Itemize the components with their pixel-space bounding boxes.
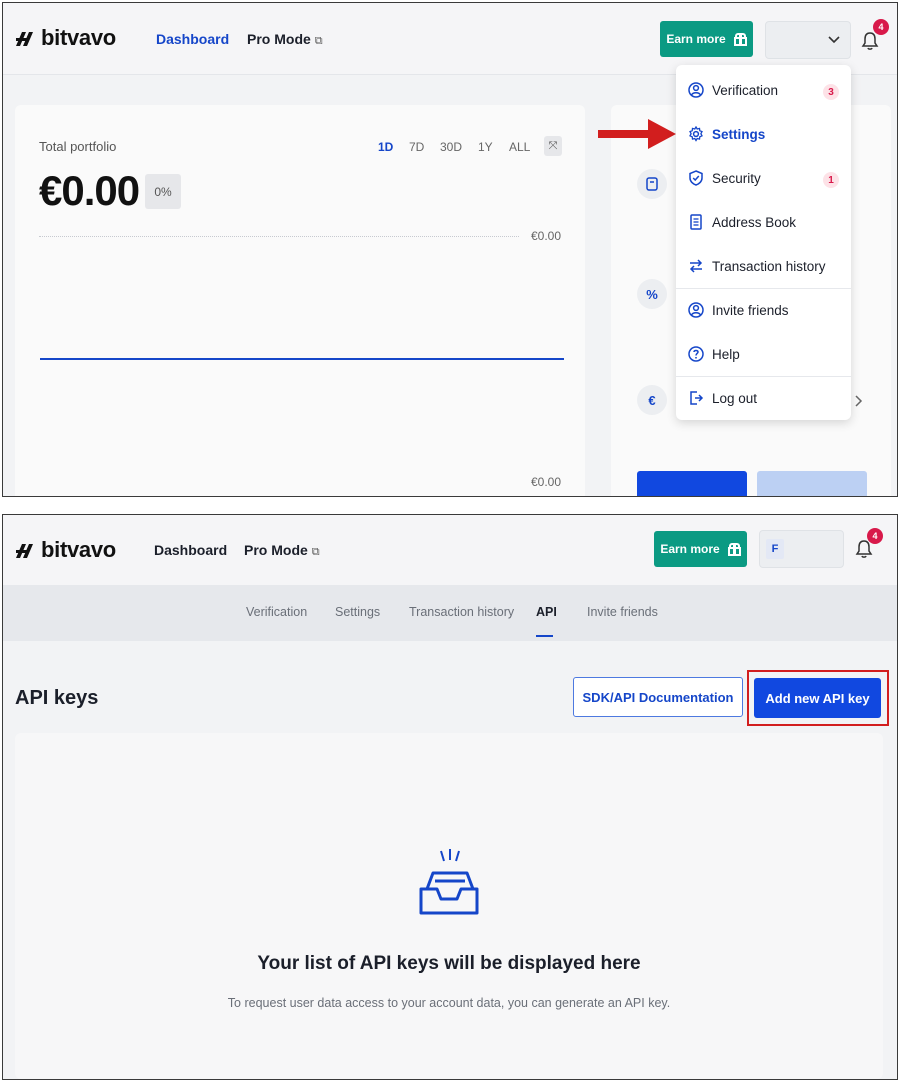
menu-item-settings[interactable]: Settings	[688, 126, 765, 142]
account-dropdown-menu: Verification 3 Settings Security 1 Addre…	[676, 65, 851, 420]
nav-pro-mode-label: Pro Mode	[244, 542, 308, 558]
user-circle-icon	[688, 82, 704, 98]
chevron-right-icon[interactable]	[855, 395, 863, 407]
percent-icon: %	[637, 279, 667, 309]
chart-axis-top: €0.00	[531, 229, 562, 243]
portfolio-change: 0%	[145, 174, 181, 209]
menu-label-help: Help	[712, 346, 740, 362]
bitvavo-logo[interactable]: bitvavo	[16, 25, 116, 51]
external-link-icon: ⧉	[314, 35, 323, 47]
account-menu-toggle[interactable]: F	[759, 530, 844, 568]
gift-icon	[727, 542, 741, 556]
tab-api[interactable]: API	[536, 605, 557, 619]
gear-icon	[689, 126, 703, 142]
avatar: F	[766, 539, 784, 559]
menu-label-verification: Verification	[712, 82, 779, 98]
settings-tabs: Verification Settings Transaction histor…	[3, 585, 897, 641]
tab-verification[interactable]: Verification	[246, 605, 307, 619]
menu-item-security[interactable]: Security	[688, 170, 761, 186]
portfolio-card: Total portfolio €0.00 0% €0.00 €0.00	[15, 105, 585, 496]
earn-more-label: Earn more	[666, 32, 726, 46]
range-1y[interactable]: 1Y	[478, 140, 493, 154]
chart-toggle-icon[interactable]: ⤧	[544, 136, 562, 156]
menu-item-invite-friends[interactable]: Invite friends	[688, 302, 789, 318]
active-tab-indicator	[536, 635, 553, 637]
range-all[interactable]: ALL	[509, 140, 530, 154]
portfolio-amount: €0.00	[39, 167, 140, 214]
bitvavo-logo[interactable]: bitvavo	[16, 537, 116, 563]
api-settings-screenshot: bitvavo Dashboard Pro Mode ⧉ Earn more F …	[2, 514, 898, 1080]
arrows-icon	[689, 259, 703, 273]
menu-item-transaction-history[interactable]: Transaction history	[688, 258, 826, 274]
earn-more-button[interactable]: Earn more	[654, 531, 747, 567]
range-30d[interactable]: 30D	[440, 140, 462, 154]
gift-icon	[733, 32, 747, 46]
tab-invite-friends[interactable]: Invite friends	[587, 605, 658, 619]
menu-divider	[676, 288, 851, 289]
withdraw-button[interactable]	[757, 471, 867, 496]
portfolio-title: Total portfolio	[39, 139, 117, 154]
earn-more-button[interactable]: Earn more	[660, 21, 753, 57]
nav-dashboard[interactable]: Dashboard	[156, 31, 229, 47]
empty-state-subtitle: To request user data access to your acco…	[227, 996, 671, 1010]
menu-item-address-book[interactable]: Address Book	[688, 214, 796, 230]
deposit-button[interactable]	[637, 471, 747, 496]
notification-badge: 4	[873, 19, 889, 35]
menu-label-settings: Settings	[712, 126, 766, 142]
page-title: API keys	[15, 687, 99, 709]
menu-label-invite-friends: Invite friends	[712, 302, 789, 318]
chart-gridline	[39, 236, 519, 237]
verification-badge: 3	[823, 84, 839, 100]
top-header: bitvavo Dashboard Pro Mode ⧉ Earn more F …	[3, 515, 897, 585]
menu-label-transaction-history: Transaction history	[712, 258, 826, 274]
api-keys-empty-state: Your list of API keys will be displayed …	[15, 733, 883, 1079]
book-icon	[690, 214, 702, 230]
nav-pro-mode[interactable]: Pro Mode ⧉	[244, 542, 320, 559]
euro-icon: €	[637, 385, 667, 415]
nav-pro-mode-label: Pro Mode	[247, 31, 311, 47]
shield-icon	[689, 170, 703, 186]
menu-item-log-out[interactable]: Log out	[688, 390, 757, 406]
range-7d[interactable]: 7D	[409, 140, 424, 154]
security-badge: 1	[823, 172, 839, 188]
menu-item-help[interactable]: Help	[688, 346, 740, 362]
dashboard-screenshot: bitvavo Dashboard Pro Mode ⧉ Earn more 4 …	[2, 2, 898, 497]
logo-text: bitvavo	[41, 537, 116, 562]
menu-item-verification[interactable]: Verification	[688, 82, 778, 98]
earn-more-label: Earn more	[660, 542, 720, 556]
empty-state-title: Your list of API keys will be displayed …	[257, 953, 641, 974]
user-plus-icon	[688, 302, 704, 318]
menu-label-address-book: Address Book	[712, 214, 797, 230]
wallet-icon	[637, 169, 667, 199]
menu-label-security: Security	[712, 170, 761, 186]
help-icon	[688, 346, 704, 362]
logout-icon	[690, 391, 704, 405]
tab-settings[interactable]: Settings	[335, 605, 380, 619]
logo-mark-icon	[16, 544, 33, 558]
nav-dashboard[interactable]: Dashboard	[154, 542, 227, 558]
nav-pro-mode[interactable]: Pro Mode ⧉	[247, 31, 323, 48]
empty-inbox-icon	[419, 849, 479, 915]
range-1d[interactable]: 1D	[378, 140, 393, 154]
tab-transaction-history[interactable]: Transaction history	[409, 605, 514, 619]
menu-divider	[676, 376, 851, 377]
portfolio-line	[40, 358, 564, 360]
add-new-api-key-button[interactable]: Add new API key	[754, 678, 881, 718]
chevron-down-icon	[828, 36, 840, 44]
logo-text: bitvavo	[41, 25, 116, 50]
logo-mark-icon	[16, 32, 33, 46]
chart-axis-bottom: €0.00	[531, 475, 562, 489]
notification-badge: 4	[867, 528, 883, 544]
external-link-icon: ⧉	[311, 546, 320, 558]
account-menu-toggle[interactable]	[765, 21, 851, 59]
annotation-arrow-icon	[598, 119, 676, 149]
menu-label-log-out: Log out	[712, 390, 758, 406]
sdk-api-documentation-button[interactable]: SDK/API Documentation	[573, 677, 743, 717]
